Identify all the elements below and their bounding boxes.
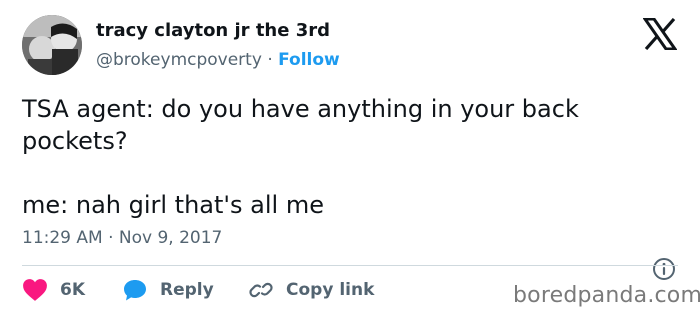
author-handle-row: @brokeymcpoverty · Follow xyxy=(96,48,340,72)
avatar-photo xyxy=(22,15,82,75)
like-count: 6K xyxy=(60,280,86,300)
link-icon xyxy=(249,282,273,298)
watermark: boredpanda.com xyxy=(513,283,700,308)
reply-bubble-icon xyxy=(124,280,146,301)
reply-label: Reply xyxy=(160,280,214,300)
x-logo-icon[interactable] xyxy=(643,18,677,50)
reply-button[interactable]: Reply xyxy=(122,276,214,304)
copy-link-button[interactable]: Copy link xyxy=(248,276,374,304)
follow-button[interactable]: Follow xyxy=(278,50,340,70)
tweet-header: tracy clayton jr the 3rd @brokeymcpovert… xyxy=(96,19,340,72)
avatar[interactable] xyxy=(22,15,82,75)
divider xyxy=(22,265,678,266)
copy-link-label: Copy link xyxy=(286,280,375,300)
tweet-timestamp[interactable]: 11:29 AM · Nov 9, 2017 xyxy=(22,228,222,248)
tweet-line: me: nah girl that's all me xyxy=(22,191,324,219)
tweet-line: TSA agent: do you have anything in your … xyxy=(22,95,579,155)
like-button[interactable]: 6K xyxy=(22,276,85,304)
separator-dot: · xyxy=(267,50,273,70)
heart-icon xyxy=(23,279,47,301)
author-name[interactable]: tracy clayton jr the 3rd xyxy=(96,19,340,43)
info-icon[interactable] xyxy=(652,257,676,281)
tweet-text: TSA agent: do you have anything in your … xyxy=(22,93,682,221)
author-handle[interactable]: @brokeymcpoverty xyxy=(96,50,262,70)
